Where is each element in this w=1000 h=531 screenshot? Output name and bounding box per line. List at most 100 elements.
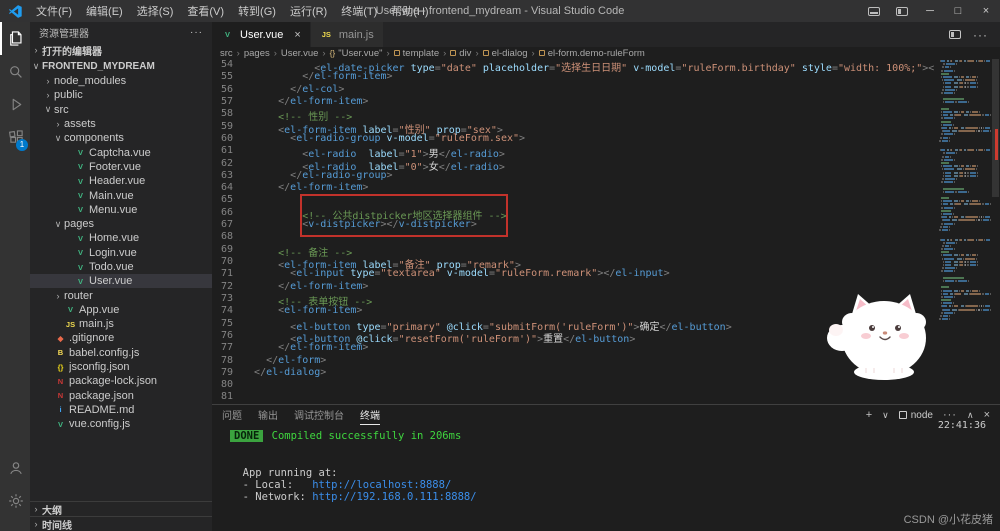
menu-运行(R)[interactable]: 运行(R) (283, 0, 334, 22)
tree-item-.gitignore[interactable]: ◆ .gitignore (30, 331, 212, 345)
extensions-icon[interactable]: 1 (0, 121, 30, 154)
code-line[interactable]: </el-dialog> (242, 367, 935, 379)
code-line[interactable]: <el-radio label="1">男</el-radio> (242, 145, 935, 160)
customize-layout-icon[interactable] (888, 0, 916, 22)
menu-选择(S)[interactable]: 选择(S) (130, 0, 181, 22)
run-debug-icon[interactable] (0, 88, 30, 121)
breadcrumb-item[interactable]: src (220, 48, 233, 59)
breadcrumb-item[interactable]: {} "User.vue" (330, 48, 383, 59)
breadcrumb-item[interactable]: pages (244, 48, 270, 59)
tree-item-Captcha.vue[interactable]: V Captcha.vue (30, 145, 212, 159)
tree-item-vue.config.js[interactable]: Vvue.config.js (30, 417, 212, 431)
breadcrumb-item[interactable]: el-dialog (482, 48, 528, 59)
breadcrumb-item[interactable]: template (393, 48, 439, 59)
breadcrumb-item[interactable]: div (450, 48, 471, 59)
breadcrumb-item[interactable]: el-form.demo-ruleForm (538, 48, 645, 59)
tree-item-App.vue[interactable]: V App.vue (30, 303, 212, 317)
code-line[interactable] (242, 379, 935, 391)
split-editor-icon[interactable] (949, 28, 961, 42)
code-line[interactable]: <el-radio-group v-model="ruleForm.sex"> (242, 133, 935, 145)
tree-item-src[interactable]: ∨ src (30, 103, 212, 117)
menu-编辑(E)[interactable]: 编辑(E) (79, 0, 130, 22)
tree-item-public[interactable]: › public (30, 88, 212, 102)
explorer-more-icon[interactable]: ··· (190, 27, 203, 38)
code-line[interactable]: <!-- 公共distpicker地区选择器组件 --> (242, 207, 935, 222)
code-line[interactable]: </el-form> (242, 355, 935, 367)
tree-item-Header.vue[interactable]: V Header.vue (30, 174, 212, 188)
tree-item-Todo.vue[interactable]: V Todo.vue (30, 260, 212, 274)
close-button[interactable]: × (972, 0, 1000, 22)
settings-gear-icon[interactable] (0, 484, 30, 517)
editor-more-actions-icon[interactable]: ··· (973, 28, 988, 42)
tree-item-main.js[interactable]: JS main.js (30, 317, 212, 331)
panel-tab-输出[interactable]: 输出 (258, 405, 278, 425)
tree-item-package-lock.json[interactable]: Npackage-lock.json (30, 374, 212, 388)
minimap[interactable] (935, 59, 991, 404)
menu-查看(V)[interactable]: 查看(V) (180, 0, 231, 22)
menu-转到(G)[interactable]: 转到(G) (231, 0, 283, 22)
tree-item-components[interactable]: ∨ components (30, 131, 212, 145)
section-open-editors[interactable]: › 打开的编辑器 (30, 42, 212, 58)
tree-item-README.md[interactable]: i README.md (30, 403, 212, 417)
panel-tab-调试控制台[interactable]: 调试控制台 (294, 405, 344, 425)
code-line[interactable]: <!-- 备注 --> (242, 244, 935, 259)
tree-item-Login.vue[interactable]: V Login.vue (30, 246, 212, 260)
maximize-button[interactable]: □ (944, 0, 972, 22)
code-line[interactable]: <el-date-picker type="date" placeholder=… (242, 59, 935, 74)
terminal-instance-select[interactable]: node (898, 410, 933, 421)
code-line[interactable]: <v-distpicker></v-distpicker> (242, 219, 935, 231)
minimize-button[interactable]: ─ (916, 0, 944, 22)
code-line[interactable]: <el-input type="textarea" v-model="ruleF… (242, 268, 935, 280)
tree-item-package.json[interactable]: Npackage.json (30, 389, 212, 403)
code-line[interactable]: <el-form-item> (242, 305, 935, 317)
code-editor[interactable]: 54 55 56 57 58 59 60 61 62 63 64 65 66 67 68 69 70 71 72 73… (212, 59, 1000, 404)
code-line[interactable] (242, 391, 935, 403)
code-line[interactable]: </el-form-item> (242, 281, 935, 293)
tree-item-User.vue[interactable]: V User.vue (30, 274, 212, 289)
toggle-panel-icon[interactable] (860, 0, 888, 22)
code-line[interactable]: <el-radio label="0">女</el-radio> (242, 158, 935, 173)
account-icon[interactable] (0, 451, 30, 484)
terminal-link[interactable]: http://localhost:8888/ (312, 479, 451, 491)
code-line[interactable]: </el-form-item> (242, 96, 935, 108)
tree-item-jsconfig.json[interactable]: {} jsconfig.json (30, 360, 212, 374)
code-line[interactable] (242, 231, 935, 243)
code-line[interactable] (242, 194, 935, 206)
breadcrumb-item[interactable]: User.vue (281, 48, 319, 59)
menu-帮助(H)[interactable]: 帮助(H) (384, 0, 435, 22)
tab-main.js[interactable]: JS main.js (310, 22, 384, 47)
code-line[interactable]: <!-- 表单按钮 --> (242, 293, 935, 308)
code-line[interactable]: <el-form-item label="性别" prop="sex"> (242, 121, 935, 136)
code-line[interactable]: </el-col> (242, 84, 935, 96)
code-line[interactable]: </el-radio-group> (242, 170, 935, 182)
terminal-dropdown-icon[interactable]: ∨ (882, 410, 889, 421)
close-tab-icon[interactable]: × (294, 29, 300, 41)
tab-User.vue[interactable]: V User.vue × (212, 22, 311, 47)
tree-item-Footer.vue[interactable]: V Footer.vue (30, 160, 212, 174)
section-project[interactable]: ∨ FRONTEND_MYDREAM (30, 58, 212, 74)
code-line[interactable]: <el-button type="primary" @click="submit… (242, 318, 935, 333)
terminal[interactable]: DONE Compiled successfully in 206ms App … (212, 425, 1000, 503)
menu-终端(T)[interactable]: 终端(T) (334, 0, 384, 22)
tree-item-assets[interactable]: › assets (30, 117, 212, 131)
scrollbar-slider[interactable] (992, 59, 999, 197)
tree-item-router[interactable]: › router (30, 288, 212, 302)
tree-item-Home.vue[interactable]: V Home.vue (30, 231, 212, 245)
tree-item-Menu.vue[interactable]: V Menu.vue (30, 203, 212, 217)
panel-tab-问题[interactable]: 问题 (222, 405, 242, 425)
new-terminal-icon[interactable]: + (866, 409, 872, 421)
menu-文件(F)[interactable]: 文件(F) (29, 0, 79, 22)
tree-item-pages[interactable]: ∨ pages (30, 217, 212, 231)
tree-item-Main.vue[interactable]: V Main.vue (30, 188, 212, 202)
code-line[interactable]: <!-- 性别 --> (242, 108, 935, 123)
panel-tab-终端[interactable]: 终端 (360, 405, 380, 425)
search-icon[interactable] (0, 55, 30, 88)
tree-item-babel.config.js[interactable]: Bbabel.config.js (30, 346, 212, 360)
section-timeline[interactable]: › 时间线 (30, 516, 212, 531)
code-line[interactable]: <el-form-item label="备注" prop="remark"> (242, 256, 935, 271)
terminal-link[interactable]: http://192.168.0.111:8888/ (312, 491, 476, 503)
tree-item-node_modules[interactable]: › node_modules (30, 74, 212, 88)
code-line[interactable]: </el-form-item> (242, 182, 935, 194)
code-line[interactable]: <el-button @click="resetForm('ruleForm')… (242, 330, 935, 345)
maximize-panel-icon[interactable]: ∧ (967, 410, 974, 421)
